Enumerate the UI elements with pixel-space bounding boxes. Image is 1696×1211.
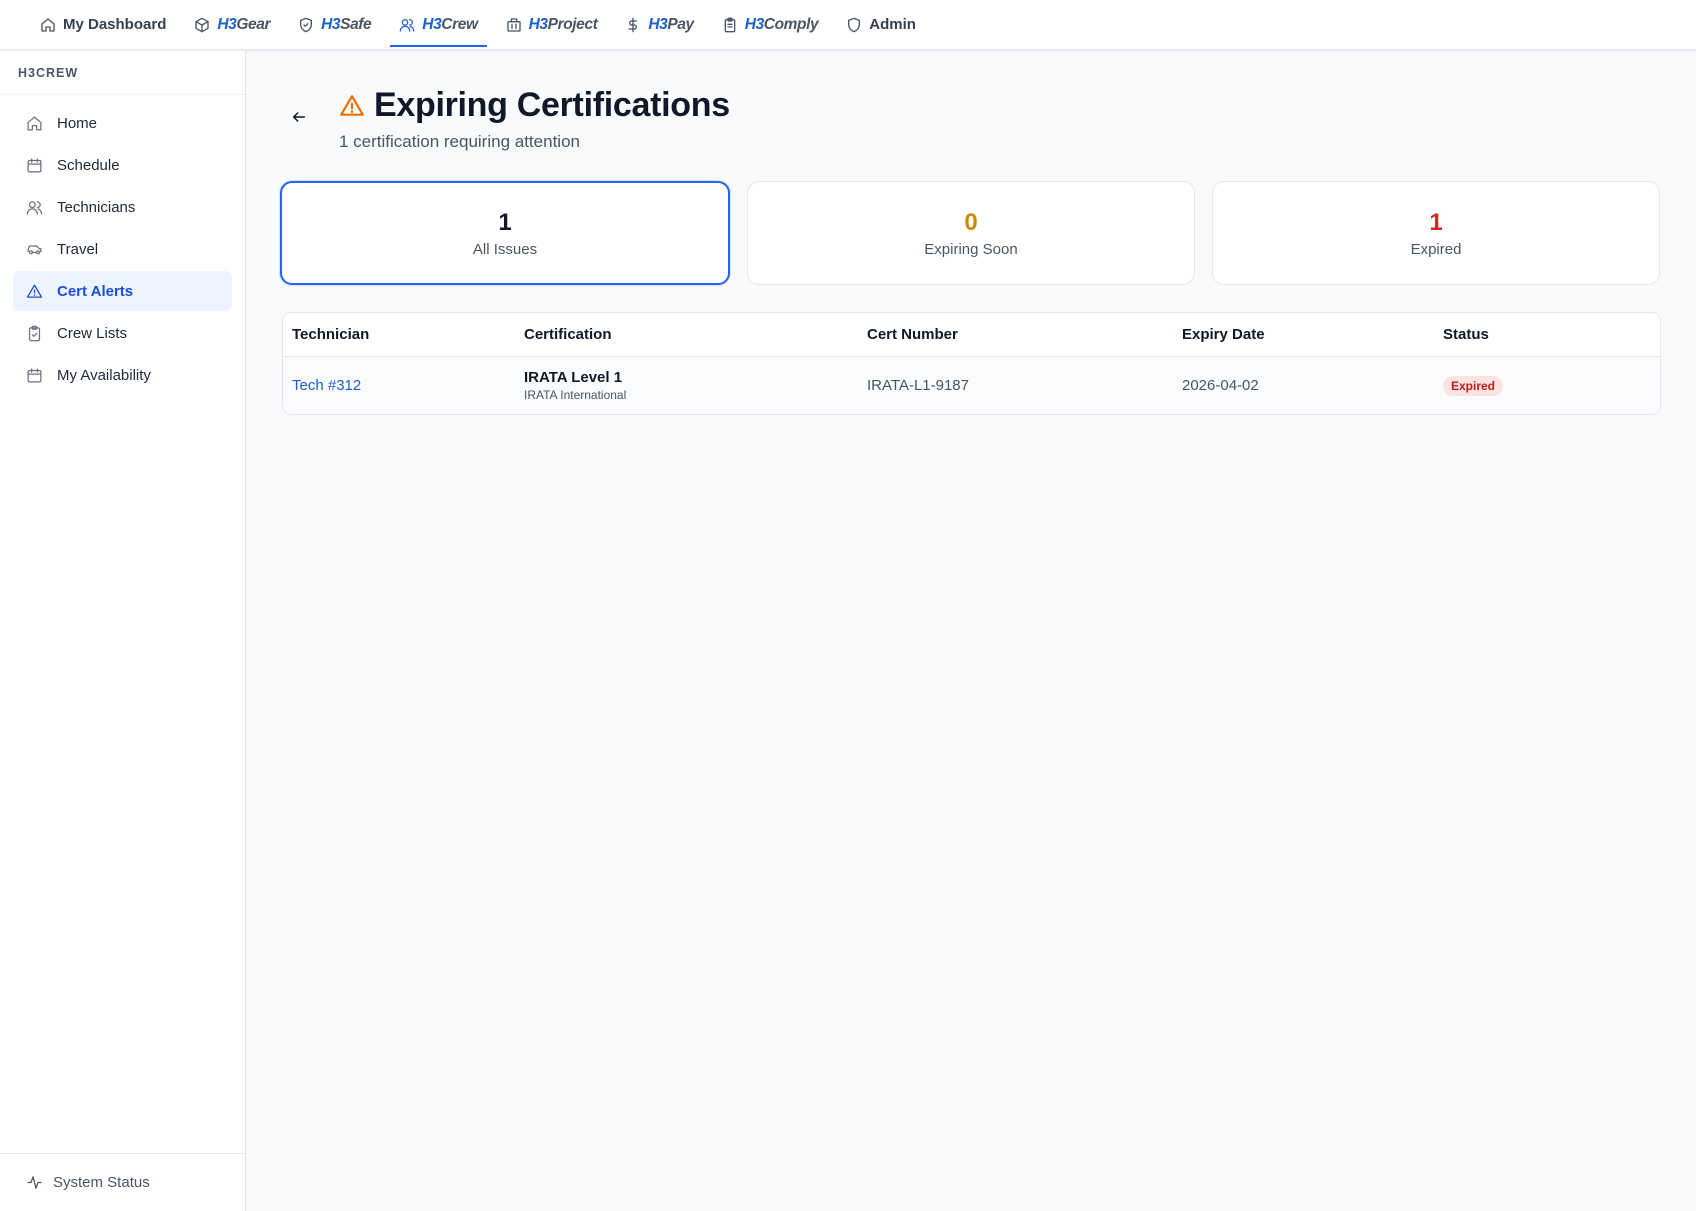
column-header-status[interactable]: Status <box>1443 326 1660 343</box>
system-status-label: System Status <box>53 1174 150 1191</box>
column-header-expiry-date[interactable]: Expiry Date <box>1182 326 1443 343</box>
sidebar-item-home[interactable]: Home <box>13 103 232 143</box>
nav-admin[interactable]: Admin <box>837 0 925 49</box>
column-header-cert-number[interactable]: Cert Number <box>867 326 1182 343</box>
sidebar-item-label: Crew Lists <box>57 324 128 342</box>
nav-h3crew[interactable]: H3Crew <box>390 0 487 49</box>
sidebar-heading: H3CREW <box>0 50 245 95</box>
brand-suffix: Gear <box>236 15 271 33</box>
brand-prefix: H3 <box>321 15 341 33</box>
sidebar-item-label: My Availability <box>57 366 151 384</box>
users-icon <box>399 18 415 32</box>
cert-number-cell: IRATA-L1-9187 <box>867 377 969 394</box>
sidebar: H3CREW Home Schedule Technicians Travel … <box>0 50 246 1211</box>
nav-h3project[interactable]: H3Project <box>497 0 607 49</box>
nav-h3safe[interactable]: H3Safe <box>289 0 380 49</box>
nav-brand: H3Gear <box>217 16 270 34</box>
nav-brand: H3Project <box>529 16 598 34</box>
sidebar-item-cert-alerts[interactable]: Cert Alerts <box>13 271 232 311</box>
certification-name: IRATA Level 1 <box>524 369 623 386</box>
certification-issuer: IRATA International <box>524 388 627 402</box>
table-row[interactable]: Tech #312 IRATA Level 1 IRATA Internatio… <box>283 357 1660 414</box>
status-badge: Expired <box>1443 375 1504 396</box>
brand-prefix: H3 <box>648 15 668 33</box>
box-icon <box>195 17 210 32</box>
brand-prefix: H3 <box>217 15 237 33</box>
status-cell: Expired <box>1443 375 1660 396</box>
stat-value: 1 <box>1429 208 1443 236</box>
brand-suffix: Pay <box>667 15 694 33</box>
alert-triangle-icon <box>26 283 43 298</box>
sidebar-item-technicians[interactable]: Technicians <box>13 187 232 227</box>
sidebar-item-crew-lists[interactable]: Crew Lists <box>13 313 232 353</box>
sidebar-item-travel[interactable]: Travel <box>13 229 232 269</box>
stat-value: 1 <box>498 208 512 236</box>
nav-brand: H3Comply <box>744 15 819 34</box>
stat-label: All Issues <box>472 240 538 258</box>
nav-h3comply[interactable]: H3Comply <box>713 0 827 49</box>
clipboard-check-icon <box>28 325 41 341</box>
main-content: Expiring Certifications 1 certification … <box>247 50 1696 1211</box>
users-icon <box>26 200 43 215</box>
brand-prefix: H3 <box>422 15 442 33</box>
brand-suffix: Crew <box>441 15 478 33</box>
activity-icon <box>27 1176 42 1189</box>
nav-h3pay[interactable]: H3Pay <box>616 0 702 49</box>
nav-brand: H3Safe <box>321 15 372 34</box>
stat-card-expired[interactable]: 1 Expired <box>1212 181 1660 285</box>
table-header: Technician Certification Cert Number Exp… <box>283 313 1660 357</box>
expiry-date-cell: 2026-04-02 <box>1182 377 1259 394</box>
brand-prefix: H3 <box>744 15 764 33</box>
calendar-icon <box>27 157 42 173</box>
certification-cell: IRATA Level 1 IRATA International <box>524 369 867 402</box>
stat-value: 0 <box>964 208 978 236</box>
car-icon <box>27 244 42 254</box>
system-status-link[interactable]: System Status <box>0 1153 245 1211</box>
shield-icon <box>848 17 861 32</box>
building-icon <box>506 17 521 32</box>
page-header: Expiring Certifications <box>339 86 730 125</box>
page-title: Expiring Certifications <box>374 86 730 124</box>
stats-row: 1 All Issues 0 Expiring Soon 1 Expired <box>280 181 1660 285</box>
dollar-icon <box>628 17 638 32</box>
stat-label: Expiring Soon <box>924 240 1018 258</box>
brand-suffix: Comply <box>763 15 819 33</box>
technician-cell: Tech #312 <box>283 377 524 395</box>
sidebar-item-label: Schedule <box>57 156 120 174</box>
nav-my-dashboard[interactable]: My Dashboard <box>31 0 175 49</box>
sidebar-item-my-availability[interactable]: My Availability <box>13 355 232 395</box>
stat-card-all-issues[interactable]: 1 All Issues <box>280 181 730 285</box>
stat-label: Expired <box>1410 240 1462 258</box>
nav-label: My Dashboard <box>63 16 167 33</box>
back-button[interactable] <box>287 105 311 129</box>
sidebar-item-label: Home <box>57 114 98 132</box>
column-header-technician[interactable]: Technician <box>283 326 524 343</box>
calendar-icon <box>27 367 42 383</box>
arrow-left-icon <box>292 112 306 122</box>
brand-prefix: H3 <box>528 15 548 33</box>
brand-suffix: Project <box>547 15 598 33</box>
sidebar-nav: Home Schedule Technicians Travel Cert Al… <box>0 95 245 405</box>
nav-h3gear[interactable]: H3Gear <box>185 0 279 49</box>
stat-card-expiring-soon[interactable]: 0 Expiring Soon <box>747 181 1195 285</box>
sidebar-item-schedule[interactable]: Schedule <box>13 145 232 185</box>
nav-brand: H3Crew <box>422 15 478 34</box>
nav-brand: H3Pay <box>648 15 694 34</box>
certifications-table: Technician Certification Cert Number Exp… <box>282 312 1661 415</box>
clipboard-icon <box>724 17 736 32</box>
top-nav: My Dashboard H3Gear H3Safe H3Crew H3Proj… <box>0 0 1696 50</box>
technician-link[interactable]: Tech #312 <box>292 377 361 394</box>
home-icon <box>41 17 55 32</box>
sidebar-item-label: Cert Alerts <box>57 282 134 300</box>
sidebar-item-label: Technicians <box>57 198 136 216</box>
nav-label: Admin <box>869 16 916 33</box>
shield-check-icon <box>300 17 313 32</box>
sidebar-item-label: Travel <box>57 240 99 258</box>
home-icon <box>27 115 42 131</box>
page-subtitle: 1 certification requiring attention <box>339 132 580 151</box>
warning-triangle-icon <box>340 94 364 116</box>
brand-suffix: Safe <box>340 15 372 33</box>
column-header-certification[interactable]: Certification <box>524 326 867 343</box>
